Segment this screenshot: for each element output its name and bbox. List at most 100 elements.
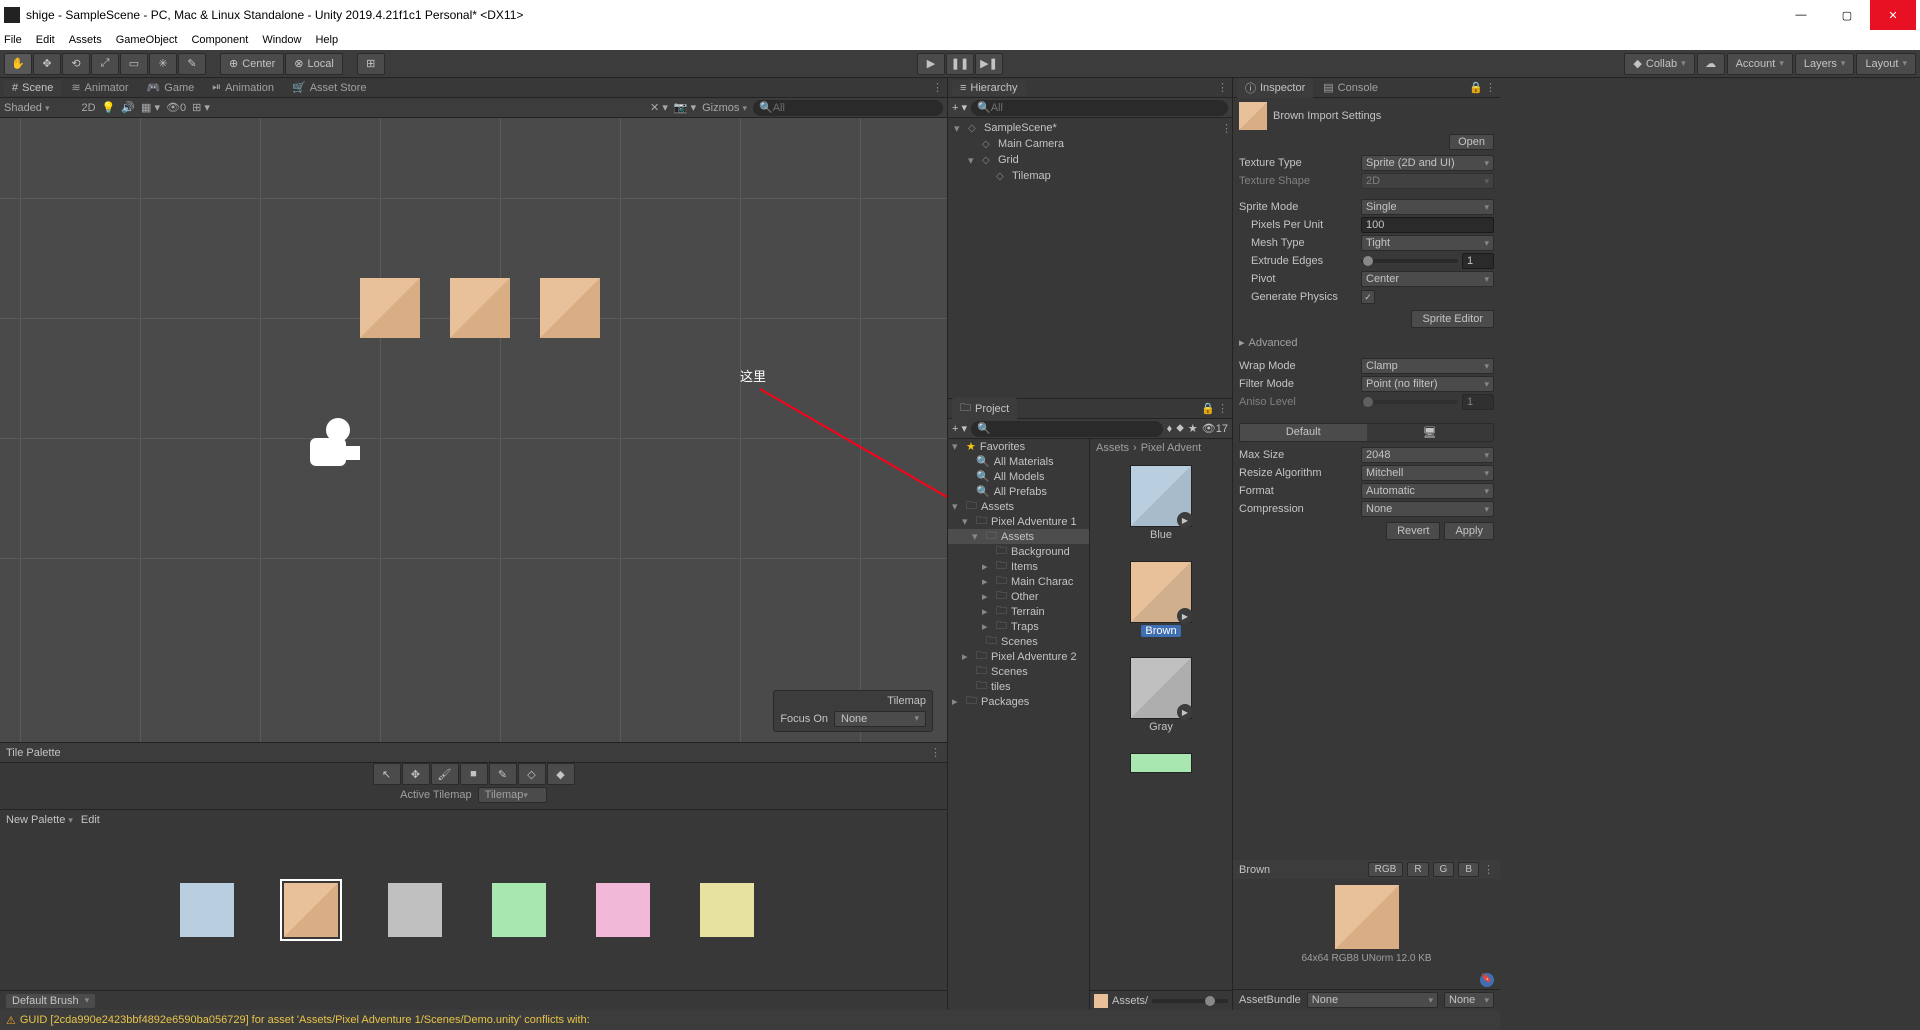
tp-eraser-tool[interactable]: ◇ (518, 763, 546, 785)
generate-physics-checkbox[interactable]: ✓ (1361, 290, 1375, 304)
tab-animation[interactable]: ⏯ Animation (204, 79, 282, 96)
transform-tool-button[interactable]: ✳ (149, 53, 177, 75)
channel-b[interactable]: B (1458, 862, 1479, 877)
menu-component[interactable]: Component (191, 34, 248, 46)
scene-2d-toggle[interactable]: 2D (82, 102, 96, 114)
palette-tile-gray[interactable] (388, 883, 442, 937)
wrap-mode-dropdown[interactable]: Clamp (1361, 358, 1494, 374)
project-lock-icon[interactable]: 🔒 (1201, 402, 1215, 415)
project-asset[interactable]: ▶Brown (1130, 561, 1192, 637)
menu-help[interactable]: Help (315, 34, 338, 46)
channel-r[interactable]: R (1407, 862, 1428, 877)
tp-edit-button[interactable]: Edit (81, 814, 100, 826)
revert-button[interactable]: Revert (1386, 522, 1440, 540)
hierarchy-menu-icon[interactable]: ⋮ (1217, 81, 1228, 94)
tab-project[interactable]: 🗀 Project (952, 397, 1017, 420)
tp-brush-tool[interactable]: 🖌 (431, 763, 459, 785)
collab-dropdown[interactable]: ◆ Collab (1624, 53, 1694, 75)
statusbar[interactable]: ⚠ GUID [2cda990e2423bbf4892e6590ba056729… (0, 1010, 1500, 1030)
ppu-field[interactable]: 100 (1361, 217, 1494, 233)
snap-button[interactable]: ⊞ (357, 53, 385, 75)
mesh-type-dropdown[interactable]: Tight (1361, 235, 1494, 251)
inspector-lock-icon[interactable]: 🔒 (1469, 81, 1483, 94)
menu-file[interactable]: File (4, 34, 22, 46)
project-menu-icon[interactable]: ⋮ (1217, 402, 1228, 415)
project-tree-item[interactable]: ▾★Favorites (948, 439, 1089, 454)
sprite-mode-dropdown[interactable]: Single (1361, 199, 1494, 215)
assetbundle-variant-dropdown[interactable]: None (1444, 992, 1494, 1008)
apply-button[interactable]: Apply (1444, 522, 1494, 540)
scene-view[interactable]: 这里 Tilemap Focus On None (0, 118, 947, 742)
scene-tile[interactable] (450, 278, 510, 338)
menu-edit[interactable]: Edit (36, 34, 55, 46)
scene-tools-icon[interactable]: ✕ ▾ (650, 101, 668, 114)
filter-mode-dropdown[interactable]: Point (no filter) (1361, 376, 1494, 392)
tag-icon[interactable]: 🔖 (1480, 973, 1494, 987)
shading-dropdown[interactable]: Shaded (4, 102, 50, 114)
project-star-icon[interactable]: ★ (1188, 422, 1198, 435)
project-tree-item[interactable]: 🗀Scenes (948, 664, 1089, 679)
tab-menu-icon[interactable]: ⋮ (932, 81, 943, 94)
hierarchy-item[interactable]: Tilemap (948, 168, 1232, 184)
texture-type-dropdown[interactable]: Sprite (2D and UI) (1361, 155, 1494, 171)
project-create-dropdown[interactable]: + ▾ (952, 422, 967, 435)
project-tree-item[interactable]: 🔍All Models (948, 469, 1089, 484)
minimize-button[interactable]: — (1778, 0, 1824, 30)
palette-tile-brown[interactable] (284, 883, 338, 937)
extrude-field[interactable]: 1 (1462, 253, 1494, 269)
palette-tile-blue[interactable] (180, 883, 234, 937)
tp-move-tool[interactable]: ✥ (402, 763, 430, 785)
project-tree-item[interactable]: ▸🗀Main Charac (948, 574, 1089, 589)
hand-tool-button[interactable]: ✋ (4, 53, 32, 75)
palette-grid[interactable] (0, 829, 947, 990)
resize-algo-dropdown[interactable]: Mitchell (1361, 465, 1494, 481)
channel-rgb[interactable]: RGB (1368, 862, 1404, 877)
camera-gizmo[interactable] (310, 418, 380, 468)
project-tree-item[interactable]: ▸🗀Items (948, 559, 1089, 574)
tab-scene[interactable]: # Scene (4, 80, 61, 96)
project-tree-item[interactable]: 🗀Background (948, 544, 1089, 559)
close-button[interactable]: ✕ (1870, 0, 1916, 30)
tp-box-tool[interactable]: ■ (460, 763, 488, 785)
compression-dropdown[interactable]: None (1361, 501, 1494, 517)
hierarchy-item[interactable]: ▾SampleScene*⋮ (948, 120, 1232, 136)
scale-tool-button[interactable]: ⤢ (91, 53, 119, 75)
hierarchy-create-dropdown[interactable]: + ▾ (952, 101, 967, 114)
palette-tile-yellow[interactable] (700, 883, 754, 937)
project-tree-item[interactable]: ▸🗀Terrain (948, 604, 1089, 619)
preview-menu-icon[interactable]: ⋮ (1483, 863, 1494, 876)
project-tree-item[interactable]: ▾🗀Pixel Adventure 1 (948, 514, 1089, 529)
menu-window[interactable]: Window (262, 34, 301, 46)
hierarchy-item[interactable]: ▾Grid (948, 152, 1232, 168)
tab-inspector[interactable]: ⓘ Inspector (1237, 78, 1313, 98)
scene-hidden-icon[interactable]: 👁0 (166, 101, 186, 114)
pause-button[interactable]: ❚❚ (946, 53, 974, 75)
project-tree-item[interactable]: ▾🗀Assets (948, 499, 1089, 514)
palette-tile-green[interactable] (492, 883, 546, 937)
project-breadcrumb[interactable]: Assets › Pixel Advent (1090, 439, 1232, 457)
scene-search[interactable]: 🔍 All (753, 100, 943, 116)
project-fav-icon[interactable]: ⬥ (1176, 422, 1184, 435)
focus-dropdown[interactable]: None (834, 711, 926, 727)
project-tree-item[interactable]: 🗀Scenes (948, 634, 1089, 649)
scene-camera-icon[interactable]: 📷 ▾ (674, 101, 696, 114)
project-asset[interactable]: ▶Gray (1130, 657, 1192, 733)
palette-tile-pink[interactable] (596, 883, 650, 937)
gizmos-dropdown[interactable]: Gizmos (702, 102, 747, 114)
project-tree-item[interactable]: ▸🗀Packages (948, 694, 1089, 709)
account-dropdown[interactable]: Account (1727, 53, 1793, 75)
menu-gameobject[interactable]: GameObject (116, 34, 178, 46)
assetbundle-dropdown[interactable]: None (1307, 992, 1438, 1008)
tab-asset-store[interactable]: 🛒 Asset Store (284, 79, 375, 96)
inspector-menu-icon[interactable]: ⋮ (1485, 81, 1496, 94)
tab-game[interactable]: 🎮 Game (139, 79, 203, 96)
project-zoom-slider[interactable] (1152, 999, 1228, 1003)
pivot-center-button[interactable]: ⊕ Center (220, 53, 284, 75)
brush-dropdown[interactable]: Default Brush (6, 994, 95, 1008)
platform-standalone-tab[interactable]: 🖥 (1367, 424, 1494, 441)
project-search[interactable]: 🔍 (971, 421, 1163, 437)
custom-tool-button[interactable]: ✎ (178, 53, 206, 75)
play-button[interactable]: ▶ (917, 53, 945, 75)
tab-hierarchy[interactable]: ≡ Hierarchy (952, 80, 1026, 96)
project-tree-item[interactable]: ▾🗀Assets (948, 529, 1089, 544)
